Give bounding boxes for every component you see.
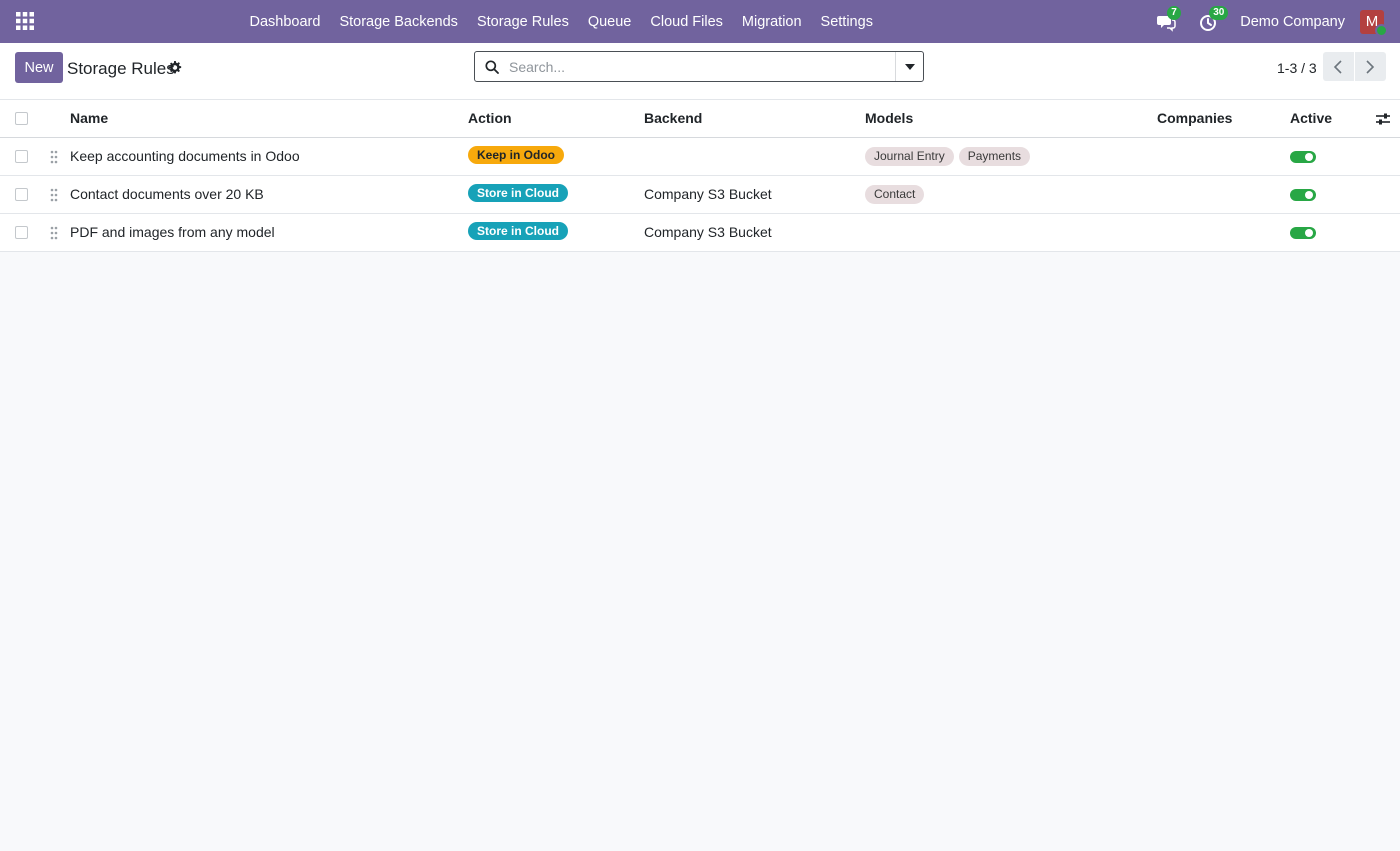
menu-storage-backends[interactable]: Storage Backends bbox=[330, 14, 468, 30]
drag-handle-icon[interactable] bbox=[50, 150, 58, 164]
pager-next-button[interactable] bbox=[1355, 52, 1386, 81]
select-all-checkbox[interactable] bbox=[15, 112, 28, 125]
table-row[interactable]: PDF and images from any model Store in C… bbox=[0, 214, 1400, 252]
activities-count-badge: 30 bbox=[1209, 5, 1229, 20]
menu-queue[interactable]: Queue bbox=[578, 14, 641, 30]
drag-handle-icon[interactable] bbox=[50, 226, 58, 240]
active-toggle[interactable] bbox=[1290, 151, 1316, 163]
model-tag: Payments bbox=[958, 146, 1031, 166]
table-row[interactable]: Keep accounting documents in Odoo Keep i… bbox=[0, 138, 1400, 176]
chevron-right-icon bbox=[1366, 60, 1375, 74]
row-checkbox[interactable] bbox=[15, 188, 28, 201]
rule-name: Contact documents over 20 KB bbox=[70, 186, 264, 202]
menu-storage-rules[interactable]: Storage Rules bbox=[467, 14, 578, 30]
systray: 7 30 Demo Company M bbox=[1156, 0, 1400, 43]
action-badge: Store in Cloud bbox=[468, 184, 568, 203]
toggle-knob bbox=[1305, 191, 1313, 199]
pager-previous-button[interactable] bbox=[1323, 52, 1354, 81]
messages-count-badge: 7 bbox=[1167, 5, 1181, 20]
main-menu: Dashboard Storage Backends Storage Rules… bbox=[240, 0, 882, 43]
action-cell: Keep in Odoo bbox=[468, 138, 564, 175]
column-name[interactable]: Name bbox=[70, 100, 108, 137]
menu-settings[interactable]: Settings bbox=[811, 14, 882, 30]
company-switcher[interactable]: Demo Company bbox=[1240, 14, 1345, 30]
apps-menu-icon[interactable] bbox=[16, 12, 34, 30]
model-tag: Journal Entry bbox=[865, 146, 954, 166]
search-icon bbox=[485, 60, 499, 74]
column-models[interactable]: Models bbox=[865, 100, 913, 137]
menu-migration[interactable]: Migration bbox=[732, 14, 811, 30]
gear-icon[interactable] bbox=[167, 60, 182, 75]
backend-cell: Company S3 Bucket bbox=[644, 224, 772, 240]
search-input[interactable] bbox=[509, 52, 894, 81]
activity-clock-icon[interactable]: 30 bbox=[1198, 5, 1229, 32]
rule-name: PDF and images from any model bbox=[70, 224, 275, 240]
menu-dashboard[interactable]: Dashboard bbox=[240, 14, 330, 30]
chevron-left-icon bbox=[1333, 60, 1342, 74]
optional-columns-icon[interactable] bbox=[1376, 100, 1392, 137]
menu-cloud-files[interactable]: Cloud Files bbox=[641, 14, 733, 30]
user-avatar[interactable]: M bbox=[1360, 9, 1388, 37]
storage-rules-list: Name Action Backend Models Companies Act… bbox=[0, 100, 1400, 252]
active-toggle[interactable] bbox=[1290, 227, 1316, 239]
caret-down-icon bbox=[905, 64, 915, 70]
pager-value[interactable]: 1-3 / 3 bbox=[1277, 60, 1317, 76]
control-panel: New Storage Rules 1-3 / 3 bbox=[0, 43, 1400, 100]
table-row[interactable]: Contact documents over 20 KB Store in Cl… bbox=[0, 176, 1400, 214]
action-badge: Store in Cloud bbox=[468, 222, 568, 241]
action-cell: Store in Cloud bbox=[468, 176, 568, 213]
row-checkbox[interactable] bbox=[15, 226, 28, 239]
action-cell: Store in Cloud bbox=[468, 214, 568, 251]
column-active[interactable]: Active bbox=[1290, 100, 1332, 137]
active-toggle[interactable] bbox=[1290, 189, 1316, 201]
toggle-knob bbox=[1305, 153, 1313, 161]
column-action[interactable]: Action bbox=[468, 100, 512, 137]
column-backend[interactable]: Backend bbox=[644, 100, 702, 137]
online-status-dot bbox=[1375, 23, 1388, 37]
backend-cell: Company S3 Bucket bbox=[644, 186, 772, 202]
new-button[interactable]: New bbox=[15, 52, 63, 83]
table-header: Name Action Backend Models Companies Act… bbox=[0, 100, 1400, 138]
models-cell: Journal Entry Payments bbox=[865, 138, 1035, 175]
model-tag: Contact bbox=[865, 184, 925, 204]
page-title: Storage Rules bbox=[67, 59, 175, 78]
row-checkbox[interactable] bbox=[15, 150, 28, 163]
column-companies[interactable]: Companies bbox=[1157, 100, 1232, 137]
top-navbar: Dashboard Storage Backends Storage Rules… bbox=[0, 0, 1400, 43]
messages-icon[interactable]: 7 bbox=[1156, 5, 1181, 32]
search-bar bbox=[474, 51, 924, 82]
drag-handle-icon[interactable] bbox=[50, 188, 58, 202]
action-badge: Keep in Odoo bbox=[468, 146, 564, 165]
rule-name: Keep accounting documents in Odoo bbox=[70, 148, 300, 164]
models-cell: Contact bbox=[865, 176, 929, 213]
toggle-knob bbox=[1305, 229, 1313, 237]
search-options-toggle[interactable] bbox=[895, 52, 923, 81]
